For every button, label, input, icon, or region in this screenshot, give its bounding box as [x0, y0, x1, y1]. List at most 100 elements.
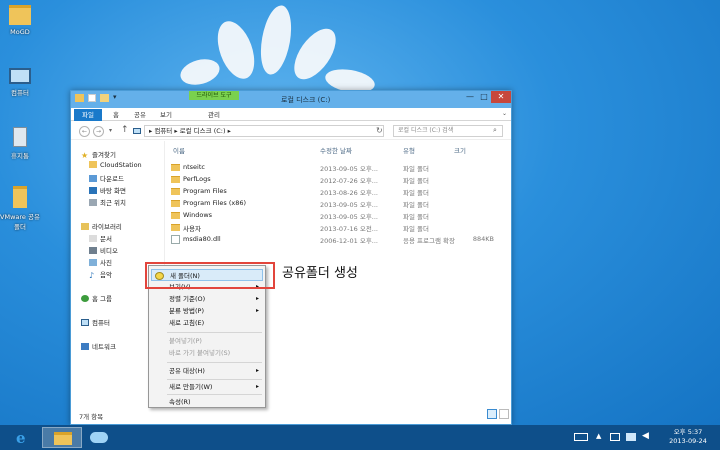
file-name: PerfLogs: [183, 175, 211, 183]
menu-item-sort-by[interactable]: 정렬 기준(O) ▸: [151, 293, 263, 305]
nav-item-documents[interactable]: 문서: [89, 233, 112, 243]
folder-icon: [89, 161, 97, 168]
nav-label: 음악: [100, 271, 112, 279]
menu-item-label: 정렬 기준(O): [169, 295, 206, 303]
desktop-icon-label: 휴지통: [11, 152, 29, 160]
refresh-icon[interactable]: ↻: [376, 126, 383, 135]
drive-tools-context-tab: 드라이브 도구: [189, 91, 239, 100]
folder-icon: [171, 200, 180, 207]
show-hidden-icons-icon[interactable]: ▲: [596, 432, 601, 440]
file-explorer-icon: [54, 432, 72, 445]
file-row[interactable]: ntseitc 2013-09-05 오후... 파일 폴더: [167, 161, 507, 173]
desktop-icon-label: MoGD: [10, 28, 30, 36]
minimize-button[interactable]: —: [463, 91, 477, 103]
search-input[interactable]: 로컬 디스크 (C:) 검색: [393, 125, 503, 137]
address-input[interactable]: ▸ 컴퓨터 ▸ 로컬 디스크 (C:) ▸: [144, 125, 384, 137]
properties-icon[interactable]: [88, 94, 96, 102]
menu-item-label: 붙여넣기(P): [169, 337, 202, 345]
menu-item-properties[interactable]: 속성(R): [151, 396, 263, 408]
tab-share[interactable]: 공유: [129, 109, 151, 121]
desktop-icon-vmware-shared[interactable]: VMware 공유 폴더: [0, 186, 40, 231]
desktop-icon-recycle-bin[interactable]: 휴지통: [0, 127, 40, 160]
file-date: 2013-09-05 오후...: [320, 201, 378, 209]
nav-favorites[interactable]: ★ 즐겨찾기: [81, 149, 116, 160]
up-button[interactable]: ↑: [121, 125, 129, 135]
nav-homegroup[interactable]: 홈 그룹: [81, 293, 112, 303]
file-size: 884KB: [472, 235, 494, 243]
menu-separator: [167, 362, 262, 363]
forward-button[interactable]: →: [93, 126, 104, 137]
submenu-arrow-icon: ▸: [255, 383, 259, 390]
explorer-taskbar-button[interactable]: [42, 427, 82, 448]
column-header-date[interactable]: 수정한 날짜: [320, 145, 352, 155]
menu-item-refresh[interactable]: 새로 고침(E): [151, 317, 263, 329]
network-tray-icon[interactable]: [626, 433, 636, 441]
highlight-box: [145, 262, 275, 289]
ie-taskbar-button[interactable]: e: [6, 427, 46, 448]
maximize-button[interactable]: □: [477, 91, 491, 103]
nav-computer[interactable]: 컴퓨터: [81, 317, 110, 327]
clock[interactable]: 오후 5:37 2013-09-24: [660, 428, 716, 446]
menu-item-paste[interactable]: 붙여넣기(P): [151, 335, 263, 347]
menu-item-group-by[interactable]: 분류 방법(P) ▸: [151, 305, 263, 317]
file-date: 2013-07-16 오전...: [320, 225, 378, 233]
ribbon-expand-icon[interactable]: ⌄: [502, 110, 507, 117]
nav-libraries[interactable]: 라이브러리: [81, 221, 122, 231]
file-date: 2013-09-05 오후...: [320, 213, 378, 221]
nav-network[interactable]: 네트워크: [81, 341, 116, 351]
desktop-icon-computer[interactable]: 컴퓨터: [0, 68, 40, 97]
file-name: ntseitc: [183, 163, 205, 171]
action-center-icon[interactable]: [610, 433, 620, 441]
recent-locations-icon[interactable]: ▾: [109, 127, 112, 134]
volume-icon[interactable]: ◀: [642, 431, 649, 441]
menu-separator: [167, 379, 262, 380]
tab-file[interactable]: 파일: [74, 109, 102, 121]
tab-manage[interactable]: 관리: [201, 109, 227, 121]
homegroup-icon: [81, 295, 89, 302]
nav-item-recent[interactable]: 최근 위치: [89, 197, 126, 207]
nav-item-cloudstation[interactable]: CloudStation: [89, 161, 142, 169]
back-button[interactable]: ←: [79, 126, 90, 137]
file-row[interactable]: msdia80.dll 2006-12-01 오후... 응용 프로그램 확장 884…: [167, 233, 507, 245]
column-header-type[interactable]: 유형: [403, 145, 415, 155]
tab-home[interactable]: 홈: [107, 109, 125, 121]
menu-item-paste-shortcut[interactable]: 바로 가기 붙여넣기(S): [151, 347, 263, 359]
close-button[interactable]: ✕: [491, 91, 511, 103]
large-icons-view-icon[interactable]: [499, 409, 509, 419]
nav-item-music[interactable]: ♪ 음악: [89, 269, 112, 280]
menu-item-share-with[interactable]: 공유 대상(H) ▸: [151, 365, 263, 377]
file-date: 2006-12-01 오후...: [320, 237, 378, 245]
nav-item-downloads[interactable]: 다운로드: [89, 173, 124, 183]
file-row[interactable]: Windows 2013-09-05 오후... 파일 폴더: [167, 209, 507, 221]
details-view-icon[interactable]: [487, 409, 497, 419]
file-row[interactable]: 사용자 2013-07-16 오전... 파일 폴더: [167, 221, 507, 233]
title-bar[interactable]: ▾ 드라이브 도구 로컬 디스크 (C:) — □ ✕: [71, 91, 511, 108]
computer-small-icon: [133, 128, 141, 134]
tab-view[interactable]: 보기: [155, 109, 177, 121]
pictures-icon: [89, 259, 97, 266]
new-folder-icon[interactable]: [100, 94, 109, 102]
search-icon[interactable]: ⌕: [493, 126, 497, 135]
column-header-name[interactable]: 이름: [173, 145, 185, 155]
dll-file-icon: [171, 235, 180, 244]
nav-item-videos[interactable]: 비디오: [89, 245, 118, 255]
computer-icon: [9, 68, 31, 84]
keyboard-icon[interactable]: [574, 433, 588, 441]
file-row[interactable]: Program Files 2013-08-26 오후... 파일 폴더: [167, 185, 507, 197]
documents-icon: [89, 235, 97, 242]
column-header-size[interactable]: 크기: [454, 145, 466, 155]
menu-item-label: 새로 고침(E): [169, 319, 205, 327]
computer-icon: [81, 319, 89, 326]
desktop-icon-label: VMware 공유 폴더: [0, 213, 40, 231]
address-bar-row: ← → ▾ ↑ ▸ 컴퓨터 ▸ 로컬 디스크 (C:) ▸ ↻ 로컬 디스크 (…: [71, 122, 511, 140]
nav-item-desktop[interactable]: 바탕 화면: [89, 185, 126, 195]
menu-item-new[interactable]: 새로 만들기(W) ▸: [151, 381, 263, 393]
desktop-icon-mogd[interactable]: MoGD: [0, 5, 40, 36]
nav-item-pictures[interactable]: 사진: [89, 257, 112, 267]
cloudstation-taskbar-button[interactable]: [80, 427, 120, 448]
quick-access-folder-icon[interactable]: [75, 94, 84, 102]
file-type: 파일 폴더: [403, 165, 429, 173]
qat-dropdown-icon[interactable]: ▾: [113, 93, 117, 101]
file-row[interactable]: PerfLogs 2012-07-26 오후... 파일 폴더: [167, 173, 507, 185]
file-row[interactable]: Program Files (x86) 2013-09-05 오후... 파일 폴더: [167, 197, 507, 209]
